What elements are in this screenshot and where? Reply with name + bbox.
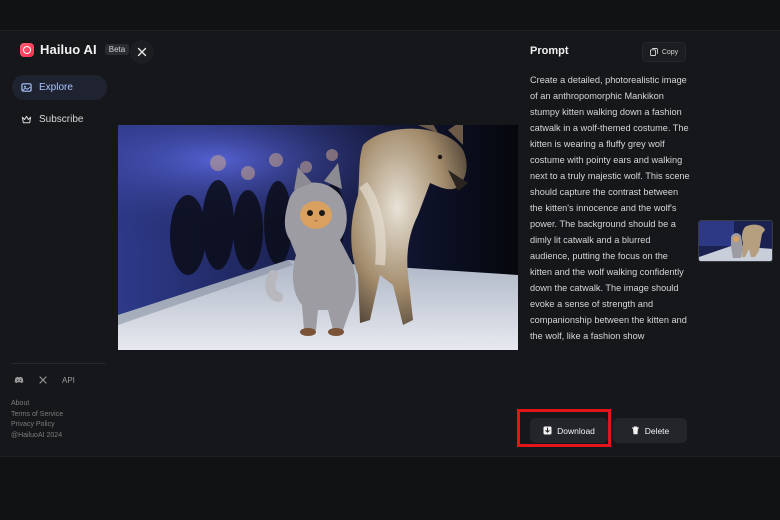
sidebar-divider: [11, 363, 106, 364]
trash-icon: [631, 426, 639, 435]
copy-button[interactable]: Copy: [642, 42, 686, 62]
hailuo-logo-icon: [20, 42, 34, 57]
discord-icon[interactable]: [14, 375, 24, 385]
close-icon: [137, 47, 147, 57]
sidebar-item-subscribe[interactable]: Subscribe: [12, 107, 107, 132]
x-twitter-icon[interactable]: [38, 375, 48, 385]
close-button[interactable]: [130, 40, 154, 64]
sidebar-item-label: Subscribe: [39, 114, 84, 125]
api-link[interactable]: API: [62, 376, 75, 385]
explore-icon: [21, 83, 32, 92]
brand-logo[interactable]: Hailuo AI Beta: [20, 42, 130, 57]
image-thumbnail[interactable]: [698, 220, 773, 262]
prompt-text: Create a detailed, photorealistic image …: [530, 75, 690, 341]
beta-badge: Beta: [104, 44, 130, 55]
delete-label: Delete: [644, 425, 670, 436]
thumbnail-illustration: [699, 221, 772, 261]
generated-image-illustration: [118, 125, 518, 350]
sidebar-item-explore[interactable]: Explore: [12, 75, 107, 100]
download-icon: [543, 426, 552, 435]
copy-icon: [649, 48, 658, 56]
about-link[interactable]: About: [11, 399, 63, 410]
copyright-text: @HailuoAI 2024: [11, 431, 63, 439]
delete-button[interactable]: Delete: [613, 418, 687, 443]
download-button[interactable]: Download: [530, 418, 608, 443]
image-watermark: MINIMAX | @ hailuo AI: [438, 335, 510, 342]
social-links: API: [14, 375, 75, 385]
download-label: Download: [557, 425, 595, 436]
sidebar-item-label: Explore: [39, 82, 73, 93]
generated-image: MINIMAX | @ hailuo AI: [118, 125, 518, 350]
copy-label: Copy: [661, 48, 679, 56]
crown-icon: [21, 115, 32, 124]
brand-name: Hailuo AI: [40, 42, 97, 57]
footer-links: About Terms of Service Privacy Policy @H…: [11, 399, 63, 441]
privacy-link[interactable]: Privacy Policy: [11, 420, 63, 431]
terms-link[interactable]: Terms of Service: [11, 410, 63, 421]
prompt-heading: Prompt: [530, 45, 569, 57]
